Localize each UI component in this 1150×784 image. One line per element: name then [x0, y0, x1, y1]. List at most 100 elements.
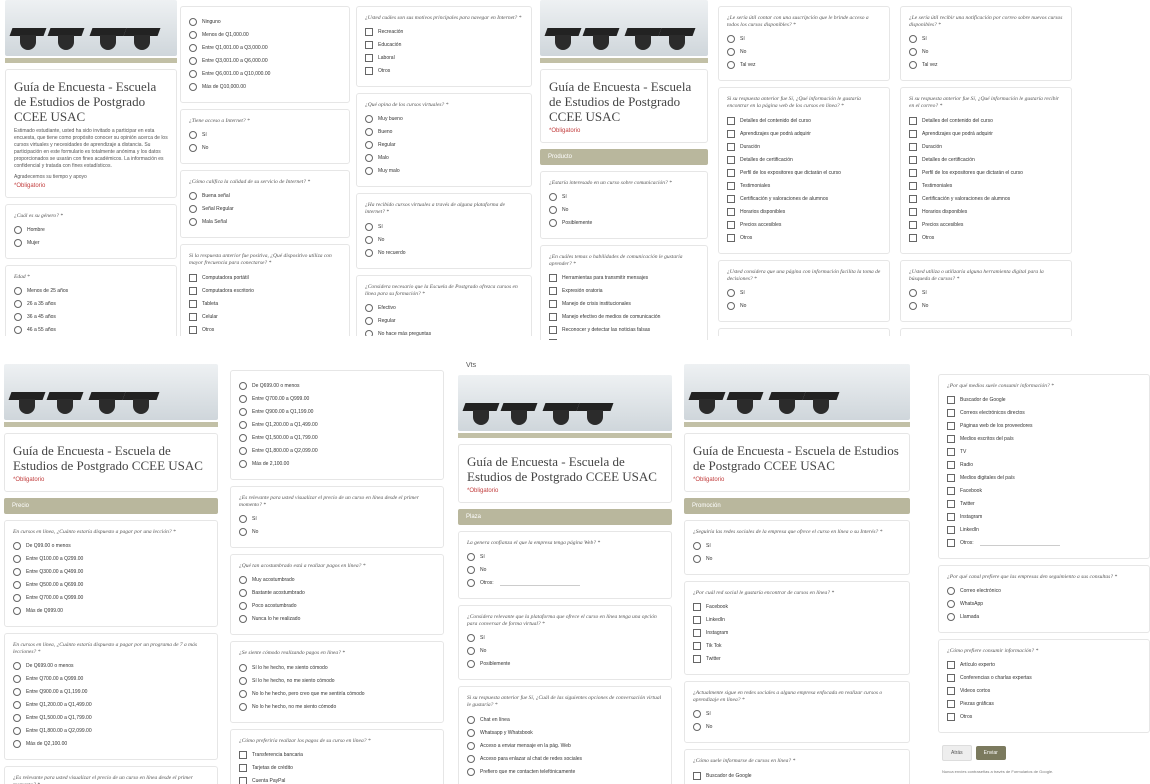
checkbox-option[interactable]: LinkedIn	[947, 526, 1141, 535]
radio-button[interactable]	[13, 542, 21, 551]
radio-option[interactable]: Hombre	[14, 225, 168, 234]
radio-option[interactable]: Regular	[365, 316, 523, 325]
radio-option[interactable]: Entre Q1,800.00 a Q2,099.00	[239, 447, 435, 455]
radio-option[interactable]: No recuerdo	[365, 248, 523, 257]
radio-button[interactable]	[189, 70, 197, 78]
radio-button[interactable]	[189, 31, 197, 39]
radio-button[interactable]	[239, 528, 247, 537]
checkbox[interactable]	[727, 181, 735, 190]
radio-button[interactable]	[189, 44, 197, 52]
radio-option[interactable]: Sí	[467, 553, 663, 562]
checkbox[interactable]	[189, 299, 197, 308]
radio-option[interactable]: Mala Señal	[189, 218, 341, 227]
checkbox[interactable]	[549, 313, 557, 322]
checkbox[interactable]	[947, 661, 955, 670]
radio-option[interactable]: Entre Q1,001.00 a Q3,000.00	[189, 44, 341, 52]
checkbox[interactable]	[549, 287, 557, 296]
checkbox-option[interactable]: Precios accesibles	[909, 220, 1063, 229]
radio-option[interactable]: No	[467, 566, 663, 575]
checkbox[interactable]	[189, 312, 197, 321]
radio-button[interactable]	[693, 710, 701, 719]
radio-option[interactable]: Muy bueno	[365, 115, 523, 124]
checkbox[interactable]	[239, 750, 247, 759]
checkbox-option[interactable]: Certificación y valoraciones de alumnos	[909, 194, 1063, 203]
checkbox[interactable]	[727, 194, 735, 203]
radio-button[interactable]	[239, 460, 247, 468]
radio-option[interactable]: Prefiero que me contacten telefónicament…	[467, 767, 663, 776]
radio-option[interactable]: Más de Q999.00	[13, 607, 209, 616]
radio-option[interactable]: Sí lo he hecho, me siento cómodo	[239, 663, 435, 672]
radio-button[interactable]	[365, 248, 373, 257]
radio-button[interactable]	[13, 662, 21, 671]
checkbox[interactable]	[189, 286, 197, 295]
checkbox-option[interactable]: Recreación	[365, 28, 523, 37]
other-text-input[interactable]	[979, 540, 1060, 547]
radio-button[interactable]	[189, 83, 197, 91]
radio-option[interactable]: Malo	[365, 154, 523, 163]
checkbox-option[interactable]: Instagram	[693, 629, 901, 638]
checkbox[interactable]	[693, 629, 701, 638]
checkbox[interactable]	[549, 274, 557, 283]
radio-button[interactable]	[693, 542, 701, 551]
radio-button[interactable]	[239, 589, 247, 598]
radio-button[interactable]	[14, 326, 22, 335]
radio-button[interactable]	[189, 57, 197, 65]
checkbox-option[interactable]: Detalles de certificación	[909, 155, 1063, 164]
radio-button[interactable]	[365, 235, 373, 244]
checkbox-option[interactable]: Facebook	[693, 603, 901, 612]
checkbox-option[interactable]: Horarios disponibles	[727, 207, 881, 216]
checkbox-option[interactable]: Radio	[947, 461, 1141, 470]
checkbox[interactable]	[189, 325, 197, 334]
checkbox[interactable]	[727, 155, 735, 164]
radio-option[interactable]: Acceso para enlazar al chat de redes soc…	[467, 754, 663, 763]
radio-button[interactable]	[13, 688, 21, 697]
checkbox-option[interactable]: Tik Tok	[693, 642, 901, 651]
checkbox-option[interactable]: Certificación y valoraciones de alumnos	[727, 194, 881, 203]
radio-button[interactable]	[14, 287, 22, 296]
radio-option[interactable]: Bastante acostumbrado	[239, 589, 435, 598]
checkbox-option[interactable]: Testimoniales	[909, 181, 1063, 190]
checkbox[interactable]	[239, 776, 247, 784]
radio-button[interactable]	[189, 205, 197, 214]
radio-option[interactable]: Whatsapp y Whatsbook	[467, 728, 663, 737]
radio-option[interactable]: Sí lo he hecho, no me siento cómodo	[239, 676, 435, 685]
radio-option[interactable]: No hace más preguntas	[365, 329, 523, 336]
radio-button[interactable]	[467, 579, 475, 588]
checkbox-option[interactable]: Páginas web de los proveedores	[947, 422, 1141, 431]
checkbox-option[interactable]: Facebook	[947, 487, 1141, 496]
radio-option[interactable]: De Q699.00 o menos	[239, 382, 435, 390]
radio-button[interactable]	[189, 144, 197, 153]
radio-button[interactable]	[467, 767, 475, 776]
radio-button[interactable]	[13, 568, 21, 577]
checkbox[interactable]	[909, 129, 917, 138]
radio-button[interactable]	[365, 329, 373, 336]
checkbox[interactable]	[727, 142, 735, 151]
radio-button[interactable]	[727, 288, 735, 297]
radio-button[interactable]	[549, 205, 557, 214]
checkbox-option[interactable]: Buscador de Google	[693, 771, 901, 780]
checkbox[interactable]	[947, 539, 955, 548]
checkbox-option[interactable]: Buscador de Google	[947, 396, 1141, 405]
checkbox-option[interactable]: Transferencia bancaria	[239, 750, 435, 759]
checkbox[interactable]	[549, 326, 557, 335]
checkbox[interactable]	[693, 771, 701, 780]
checkbox[interactable]	[727, 129, 735, 138]
checkbox-option[interactable]: Correos electrónicos directos	[947, 409, 1141, 418]
checkbox[interactable]	[947, 396, 955, 405]
radio-option[interactable]: Muy acostumbrado	[239, 576, 435, 585]
checkbox-option[interactable]: Otros:	[947, 539, 1141, 548]
radio-option[interactable]: Sí	[239, 515, 435, 524]
checkbox-option[interactable]: Computadora portátil	[189, 273, 341, 282]
radio-option[interactable]: Sí	[727, 35, 881, 44]
checkbox-option[interactable]: Artículo experto	[947, 661, 1141, 670]
radio-option[interactable]: Entre Q6,001.00 a Q10,000.00	[189, 70, 341, 78]
radio-option[interactable]: Entre Q1,500.00 a Q1,799.00	[13, 714, 209, 723]
radio-option[interactable]: Entre Q700.00 a Q999.00	[13, 675, 209, 684]
checkbox-option[interactable]: Cuenta PayPal	[239, 776, 435, 784]
checkbox[interactable]	[727, 233, 735, 242]
radio-option[interactable]: Entre Q1,200.00 a Q1,499.00	[239, 421, 435, 429]
checkbox[interactable]	[909, 207, 917, 216]
radio-option[interactable]: Menos de 25 años	[14, 287, 168, 296]
radio-option[interactable]: Posiblemente	[549, 218, 699, 227]
radio-button[interactable]	[727, 48, 735, 57]
